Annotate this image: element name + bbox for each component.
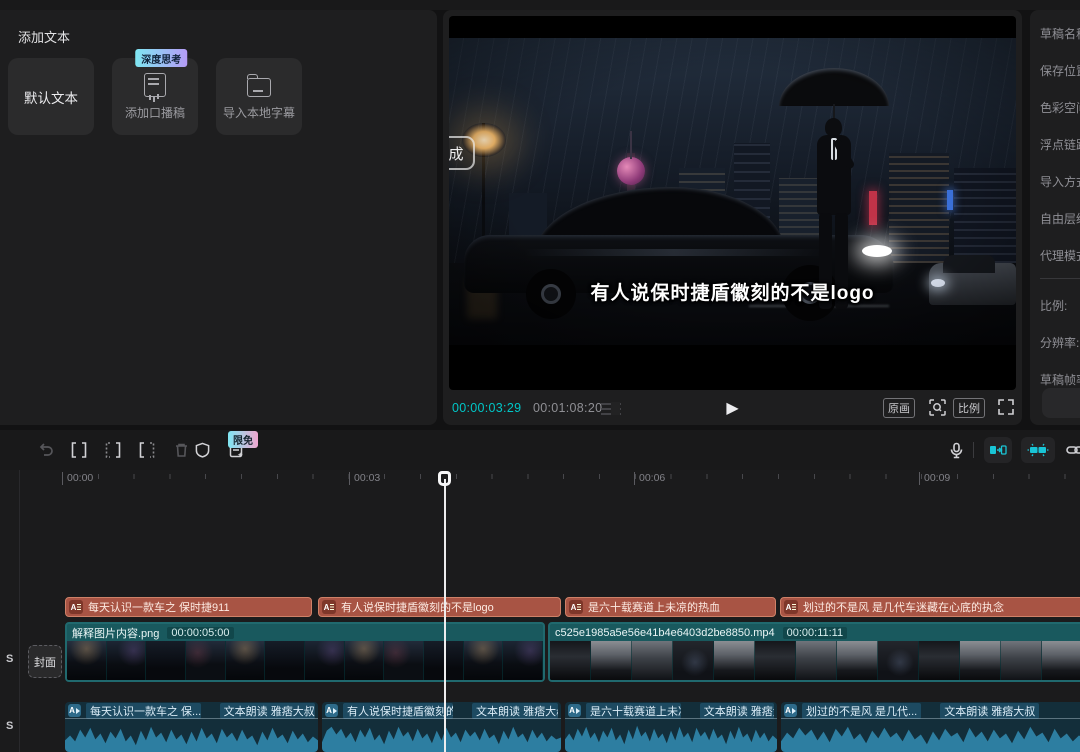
text-to-speech-icon: A bbox=[784, 704, 797, 717]
settings-field: 导入方式 bbox=[1040, 173, 1080, 190]
settings-param: 分辨率: bbox=[1040, 334, 1080, 351]
add-text-panel: 添加文本 默认文本 深度思考 添加口播稿 导入本地字幕 bbox=[0, 10, 437, 425]
original-quality-button[interactable]: 原画 bbox=[883, 398, 915, 418]
settings-field: 代理模式 bbox=[1040, 247, 1080, 264]
text-clip[interactable]: A 有人说保时捷盾徽刻的不是logo bbox=[318, 597, 561, 617]
audio-waveform bbox=[65, 719, 318, 752]
video-clip[interactable]: 解释图片内容.png 00:00:05:00 bbox=[65, 622, 545, 682]
audio-voice-label: 文本朗读 雅痞大叔 bbox=[940, 703, 1039, 719]
text-icon: A bbox=[69, 600, 83, 614]
segments-icon[interactable] bbox=[601, 402, 621, 415]
settings-field: 色彩空间 bbox=[1040, 99, 1080, 116]
timeline-toolbar: 限免 bbox=[0, 430, 1080, 470]
text-clip[interactable]: A 是六十载赛道上未凉的热血 bbox=[565, 597, 776, 617]
settings-param: 草稿帧率 bbox=[1040, 371, 1080, 388]
text-icon: A bbox=[569, 600, 583, 614]
video-clip-duration: 00:00:11:11 bbox=[783, 627, 847, 639]
ratio-button[interactable]: 比例 bbox=[953, 398, 985, 418]
current-time: 00:00:03:29 bbox=[452, 401, 521, 415]
undo-icon[interactable] bbox=[35, 440, 55, 460]
deep-think-badge: 深度思考 bbox=[135, 49, 187, 67]
audio-clip[interactable]: A 是六十载赛道上未凉的... 文本朗读 雅痞大叔 bbox=[565, 702, 777, 752]
panel-title: 添加文本 bbox=[18, 27, 70, 46]
preview-control-bar: 00:00:03:29 00:01:08:20 ▶ 原画 比例 bbox=[443, 390, 1022, 425]
video-track-badge[interactable]: S bbox=[6, 653, 13, 665]
text-clip[interactable]: A 每天认识一款车之 保时捷911 bbox=[65, 597, 312, 617]
default-text-button[interactable]: 默认文本 bbox=[8, 58, 94, 135]
fullscreen-icon[interactable] bbox=[998, 399, 1014, 420]
ruler-label: 00:06 bbox=[634, 472, 665, 485]
total-duration: 00:01:08:20 bbox=[533, 401, 602, 415]
play-button[interactable]: ▶ bbox=[726, 398, 738, 418]
delete-icon[interactable] bbox=[171, 440, 191, 460]
draft-settings-panel: 草稿名称 保存位置 色彩空间 浮点链路 导入方式 自由层级 代理模式 比例: 分… bbox=[1030, 10, 1080, 425]
audio-clip-name: 有人说保时捷盾徽刻的... bbox=[343, 703, 453, 719]
audio-voice-label: 文本朗读 雅痞大叔 bbox=[472, 703, 558, 719]
timeline: 00:00 00:03 00:06 00:09 S S 封面 A 每天认识一款车… bbox=[0, 470, 1080, 752]
mask-icon[interactable] bbox=[192, 440, 212, 460]
video-clip-name: 解释图片内容.png bbox=[72, 625, 159, 641]
video-clip-duration: 00:00:05:00 bbox=[167, 627, 233, 639]
text-to-speech-icon: A bbox=[568, 704, 581, 717]
preview-panel: 成 有人说保时捷盾徽刻的不是logo 00:00:03:29 00:01:08:… bbox=[443, 10, 1022, 425]
video-preview[interactable]: 成 有人说保时捷盾徽刻的不是logo bbox=[449, 16, 1016, 390]
audio-waveform bbox=[322, 719, 561, 752]
voiceover-doc-icon bbox=[144, 73, 166, 97]
track-header-strip bbox=[0, 470, 20, 752]
ruler-label: 00:00 bbox=[62, 472, 93, 485]
watermark-badge: 成 bbox=[449, 136, 475, 170]
audio-clip-name: 划过的不是风 是几代... bbox=[802, 703, 921, 719]
audio-track-badge[interactable]: S bbox=[6, 720, 13, 732]
video-clip-name: c525e1985a5e56e41b4e6403d2be8850.mp4 bbox=[555, 627, 775, 639]
link-icon[interactable] bbox=[1066, 440, 1080, 460]
cover-button[interactable]: 封面 bbox=[28, 645, 62, 678]
ruler-label: 00:09 bbox=[919, 472, 950, 485]
text-icon: A bbox=[784, 600, 798, 614]
video-frame: 成 有人说保时捷盾徽刻的不是logo bbox=[449, 38, 1016, 345]
split-keep-right-icon[interactable] bbox=[103, 440, 123, 460]
playhead-handle[interactable] bbox=[438, 471, 451, 486]
settings-field: 自由层级 bbox=[1040, 210, 1080, 227]
free-badge: 限免 bbox=[228, 431, 258, 448]
settings-param: 比例: bbox=[1040, 297, 1080, 314]
audio-waveform bbox=[781, 719, 1080, 752]
video-editor-app: 添加文本 默认文本 深度思考 添加口播稿 导入本地字幕 bbox=[0, 0, 1080, 752]
text-to-speech-icon: A bbox=[325, 704, 338, 717]
video-clip[interactable]: c525e1985a5e56e41b4e6403d2be8850.mp4 00:… bbox=[548, 622, 1080, 682]
folder-icon bbox=[247, 78, 271, 97]
video-thumbnails bbox=[67, 641, 543, 680]
audio-clip[interactable]: A 划过的不是风 是几代... 文本朗读 雅痞大叔 bbox=[781, 702, 1080, 752]
add-voiceover-button[interactable]: 深度思考 添加口播稿 bbox=[112, 58, 198, 135]
window-top-strip bbox=[0, 0, 1080, 10]
audio-clip-name: 每天认识一款车之 保... bbox=[86, 703, 201, 719]
settings-divider bbox=[1040, 278, 1080, 279]
audio-clip[interactable]: A 有人说保时捷盾徽刻的... 文本朗读 雅痞大叔 bbox=[322, 702, 561, 752]
text-clip[interactable]: A 划过的不是风 是几代车迷藏在心底的执念 bbox=[780, 597, 1080, 617]
audio-waveform bbox=[565, 719, 777, 752]
settings-field: 浮点链路 bbox=[1040, 136, 1080, 153]
split-icon[interactable] bbox=[69, 440, 89, 460]
text-icon: A bbox=[322, 600, 336, 614]
subtitle-text: 有人说保时捷盾徽刻的不是logo bbox=[449, 278, 1016, 305]
ruler-label: 00:03 bbox=[349, 472, 380, 485]
focus-zoom-icon[interactable] bbox=[929, 399, 946, 421]
settings-field: 保存位置 bbox=[1040, 62, 1080, 79]
auto-attach-button[interactable] bbox=[984, 437, 1012, 463]
audio-clip[interactable]: A 每天认识一款车之 保... 文本朗读 雅痞大叔 bbox=[65, 702, 318, 752]
import-subtitle-button[interactable]: 导入本地字幕 bbox=[216, 58, 302, 135]
settings-field: 草稿名称 bbox=[1040, 25, 1080, 42]
video-thumbnails bbox=[550, 641, 1080, 680]
audio-clip-name: 是六十载赛道上未凉的... bbox=[586, 703, 681, 719]
playhead-line[interactable] bbox=[444, 479, 446, 752]
microphone-icon[interactable] bbox=[946, 440, 966, 460]
text-to-speech-icon: A bbox=[68, 704, 81, 717]
split-keep-left-icon[interactable] bbox=[137, 440, 157, 460]
toolbar-divider bbox=[973, 442, 974, 458]
audio-voice-label: 文本朗读 雅痞大叔 bbox=[220, 703, 315, 719]
settings-bottom-card[interactable] bbox=[1042, 388, 1080, 418]
linkage-button[interactable] bbox=[1021, 437, 1055, 463]
audio-voice-label: 文本朗读 雅痞大叔 bbox=[700, 703, 774, 719]
